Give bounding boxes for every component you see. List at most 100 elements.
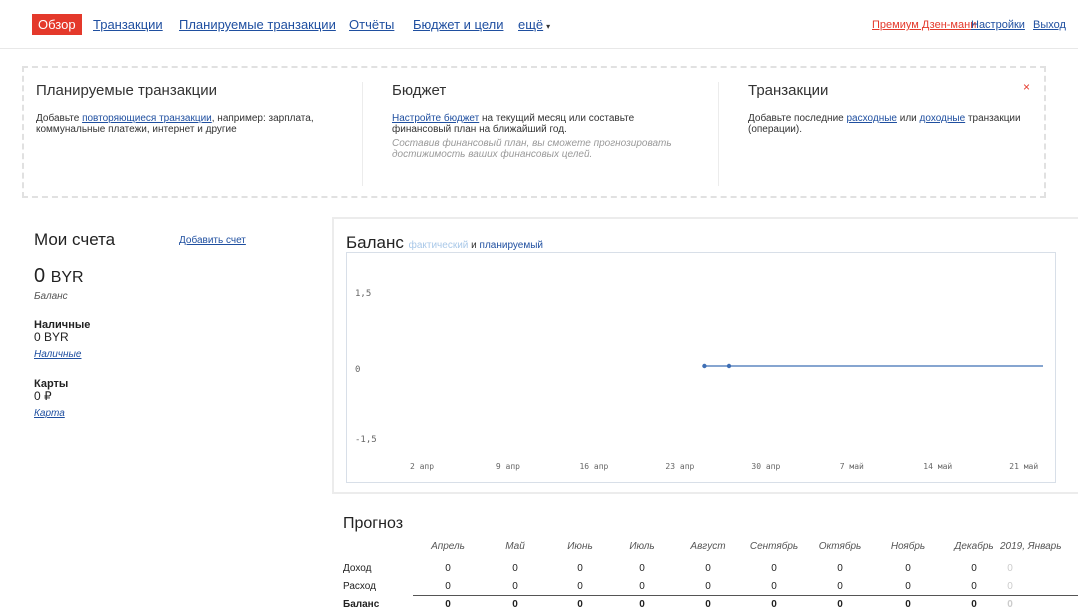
nav-budget-link[interactable]: Бюджет и цели — [413, 17, 503, 32]
balance-chart: 1,5 0 -1,5 2 апр 9 апр 16 апр 23 апр 30 апр 7 ма… — [346, 252, 1056, 483]
forecast-row-label: Доход — [343, 563, 372, 574]
top-navigation: Обзор Транзакции Планируемые транзакции … — [0, 0, 1078, 49]
forecast-cell: 0 — [705, 581, 711, 592]
divider — [362, 82, 363, 186]
account-link-card[interactable]: Карта — [34, 408, 65, 419]
income-transactions-link[interactable]: доходные — [920, 113, 966, 124]
forecast-month-header: Октябрь — [818, 541, 862, 552]
forecast-cell: 0 — [445, 599, 451, 610]
forecast-month-header: Август — [690, 541, 726, 552]
settings-link[interactable]: Настройки — [971, 19, 1025, 31]
forecast-month-header: Декабрь — [954, 541, 994, 552]
y-tick-label: -1,5 — [355, 435, 377, 445]
onboarding-budget: Бюджет Настройте бюджет на текущий месяц… — [392, 82, 682, 160]
forecast-cell: 0 — [577, 563, 583, 574]
forecast-month-header: Апрель — [431, 541, 465, 552]
account-link-cash[interactable]: Наличные — [34, 349, 81, 360]
forecast-cell: 0 — [1007, 563, 1013, 574]
forecast-month-header: Ноябрь — [890, 541, 926, 552]
forecast-title: Прогноз — [343, 515, 404, 532]
forecast-month-header: 2019, Январь — [1000, 541, 1062, 552]
forecast-cell: 0 — [577, 599, 583, 610]
text-fragment: Добавьте последние — [748, 113, 847, 124]
add-account-link[interactable]: Добавить счет — [179, 235, 246, 246]
forecast-cell: 0 — [705, 599, 711, 610]
forecast-month-header: Май — [505, 541, 525, 552]
balance-chart-svg: 1,5 0 -1,5 2 апр 9 апр 16 апр 23 апр 30 апр 7 ма… — [355, 289, 1043, 471]
x-tick-label: 21 май — [1009, 462, 1038, 471]
x-tick-label: 14 май — [923, 462, 952, 471]
forecast-cell: 0 — [771, 563, 777, 574]
forecast-cell: 0 — [837, 563, 843, 574]
forecast-cell: 0 — [971, 581, 977, 592]
expense-transactions-link[interactable]: расходные — [847, 113, 897, 124]
y-tick-label: 1,5 — [355, 289, 371, 299]
text-fragment: Добавьте — [36, 113, 83, 124]
table-row: Баланс 0 0 0 0 0 0 0 0 0 0 — [343, 596, 1078, 614]
forecast-cell: 0 — [1007, 581, 1013, 592]
forecast-cell: 0 — [512, 581, 518, 592]
account-group-cards: Карты 0 ₽ Карта — [34, 378, 68, 421]
premium-link[interactable]: Премиум Дзен-мани — [872, 19, 976, 31]
onboarding-budget-hint: Составив финансовый план, вы сможете про… — [392, 138, 672, 160]
nav-planned-transactions-link[interactable]: Планируемые транзакции — [179, 17, 336, 32]
forecast-cell: 0 — [639, 599, 645, 610]
forecast-cell: 0 — [445, 563, 451, 574]
data-point — [702, 363, 707, 369]
y-tick-label: 0 — [355, 365, 360, 375]
balance-chart-panel: Баланс фактический и планируемый 1,5 0 -1,… — [332, 217, 1078, 494]
forecast-row-label: Расход — [343, 581, 376, 592]
forecast-cell: 0 — [905, 599, 911, 610]
onboarding-planned: Планируемые транзакции Добавьте повторяю… — [36, 82, 326, 135]
nav-transactions-link[interactable]: Транзакции — [93, 17, 163, 32]
forecast-cell: 0 — [971, 599, 977, 610]
account-group-cash: Наличные 0 BYR Наличные — [34, 319, 90, 362]
nav-reports-link[interactable]: Отчёты — [349, 17, 394, 32]
forecast-cell: 0 — [905, 563, 911, 574]
forecast-cell: 0 — [512, 563, 518, 574]
balance-title: Баланс — [346, 233, 404, 252]
account-group-value: 0 BYR — [34, 330, 69, 344]
forecast-month-header: Июль — [629, 541, 655, 552]
balance-legend-and: и — [468, 240, 480, 251]
onboarding-planned-text: Добавьте повторяющиеся транзакции, напри… — [36, 113, 326, 135]
nav-overview-tab[interactable]: Обзор — [32, 14, 82, 35]
balance-chart-title: Баланс фактический и планируемый — [346, 233, 543, 253]
forecast-row-label: Баланс — [343, 599, 380, 610]
nav-more-link[interactable]: ещё ▾ — [518, 17, 550, 32]
x-tick-label: 7 май — [840, 462, 864, 471]
text-fragment: или — [896, 113, 920, 124]
balance-legend-planned: планируемый — [479, 240, 543, 251]
balance-legend-actual: фактический — [408, 240, 469, 251]
x-tick-label: 23 апр — [665, 462, 694, 471]
x-tick-label: 30 апр — [751, 462, 780, 471]
forecast-cell: 0 — [837, 581, 843, 592]
table-row: Расход 0 0 0 0 0 0 0 0 0 0 — [343, 578, 1078, 596]
table-row: Доход 0 0 0 0 0 0 0 0 0 0 — [343, 560, 1078, 578]
forecast-header-row: Апрель Май Июнь Июль Август Сентябрь Октябрь Но… — [343, 538, 1078, 556]
accounts-total-value: 0 — [34, 265, 46, 287]
divider — [718, 82, 719, 186]
forecast-cell: 0 — [445, 581, 451, 592]
setup-budget-link[interactable]: Настройте бюджет — [392, 113, 479, 124]
accounts-total: 0 BYR — [34, 265, 84, 288]
forecast-cell: 0 — [639, 581, 645, 592]
onboarding-budget-title: Бюджет — [392, 82, 447, 99]
onboarding-transactions-text: Добавьте последние расходные или доходны… — [748, 113, 1038, 135]
onboarding-budget-text: Настройте бюджет на текущий месяц или со… — [392, 113, 682, 135]
forecast-month-header: Сентябрь — [749, 541, 799, 552]
x-tick-label: 16 апр — [579, 462, 608, 471]
accounts-total-label: Баланс — [34, 291, 68, 302]
forecast-divider — [413, 595, 1078, 596]
logout-link[interactable]: Выход — [1033, 19, 1066, 31]
forecast-cell: 0 — [577, 581, 583, 592]
x-tick-label: 2 апр — [410, 462, 434, 471]
forecast-cell: 0 — [837, 599, 843, 610]
recurring-transactions-link[interactable]: повторяющиеся транзакции — [82, 113, 212, 124]
account-group-value: 0 ₽ — [34, 389, 52, 403]
forecast-month-header: Июнь — [567, 541, 593, 552]
nav-more-label: ещё — [518, 17, 544, 32]
x-tick-label: 9 апр — [496, 462, 520, 471]
onboarding-transactions: Транзакции Добавьте последние расходные … — [748, 82, 1038, 135]
forecast-cell: 0 — [639, 563, 645, 574]
